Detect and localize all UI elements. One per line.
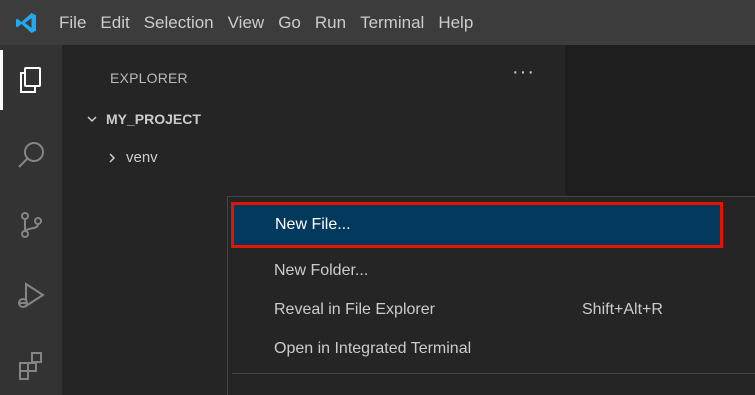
menu-terminal[interactable]: Terminal — [353, 0, 431, 45]
activity-bar — [0, 45, 62, 395]
menu-item-label: Open in Integrated Terminal — [274, 339, 472, 357]
menu-file[interactable]: File — [52, 0, 93, 45]
menu-item-label: New Folder... — [274, 261, 369, 279]
menu-item-reveal-in-file-explorer[interactable]: Reveal in File Explorer Shift+Alt+R — [232, 291, 755, 328]
menu-item-new-file[interactable]: New File... — [231, 202, 723, 248]
chevron-right-icon — [106, 152, 126, 164]
folder-label-venv: venv — [126, 149, 158, 166]
menu-item-new-folder[interactable]: New Folder... — [232, 252, 755, 289]
search-icon[interactable] — [0, 125, 62, 185]
menu-item-open-in-integrated-terminal[interactable]: Open in Integrated Terminal — [232, 330, 755, 367]
run-debug-icon[interactable] — [0, 265, 62, 325]
title-bar: File Edit Selection View Go Run Terminal… — [0, 0, 755, 45]
menu-run[interactable]: Run — [308, 0, 353, 45]
vscode-logo-icon — [0, 0, 52, 45]
project-folder-row[interactable]: MY_PROJECT — [86, 111, 201, 127]
project-folder-label: MY_PROJECT — [106, 111, 201, 127]
menu-selection[interactable]: Selection — [137, 0, 221, 45]
chevron-down-icon — [86, 113, 106, 125]
menu-help[interactable]: Help — [431, 0, 480, 45]
menu-go[interactable]: Go — [271, 0, 308, 45]
menu-edit[interactable]: Edit — [93, 0, 136, 45]
menu-view[interactable]: View — [221, 0, 272, 45]
menu-separator — [232, 373, 755, 374]
explorer-title: EXPLORER — [110, 70, 188, 86]
more-actions-button[interactable]: ··· — [512, 61, 535, 84]
context-menu: New File... New Folder... Reveal in File… — [227, 196, 755, 395]
source-control-icon[interactable] — [0, 195, 62, 255]
files-icon[interactable] — [0, 50, 62, 110]
folder-row-venv[interactable]: venv — [106, 149, 158, 166]
menu-item-label: Reveal in File Explorer — [274, 300, 435, 318]
extensions-icon[interactable] — [0, 335, 62, 395]
menu-item-label: New File... — [275, 216, 351, 233]
menu-item-shortcut: Shift+Alt+R — [582, 300, 663, 318]
